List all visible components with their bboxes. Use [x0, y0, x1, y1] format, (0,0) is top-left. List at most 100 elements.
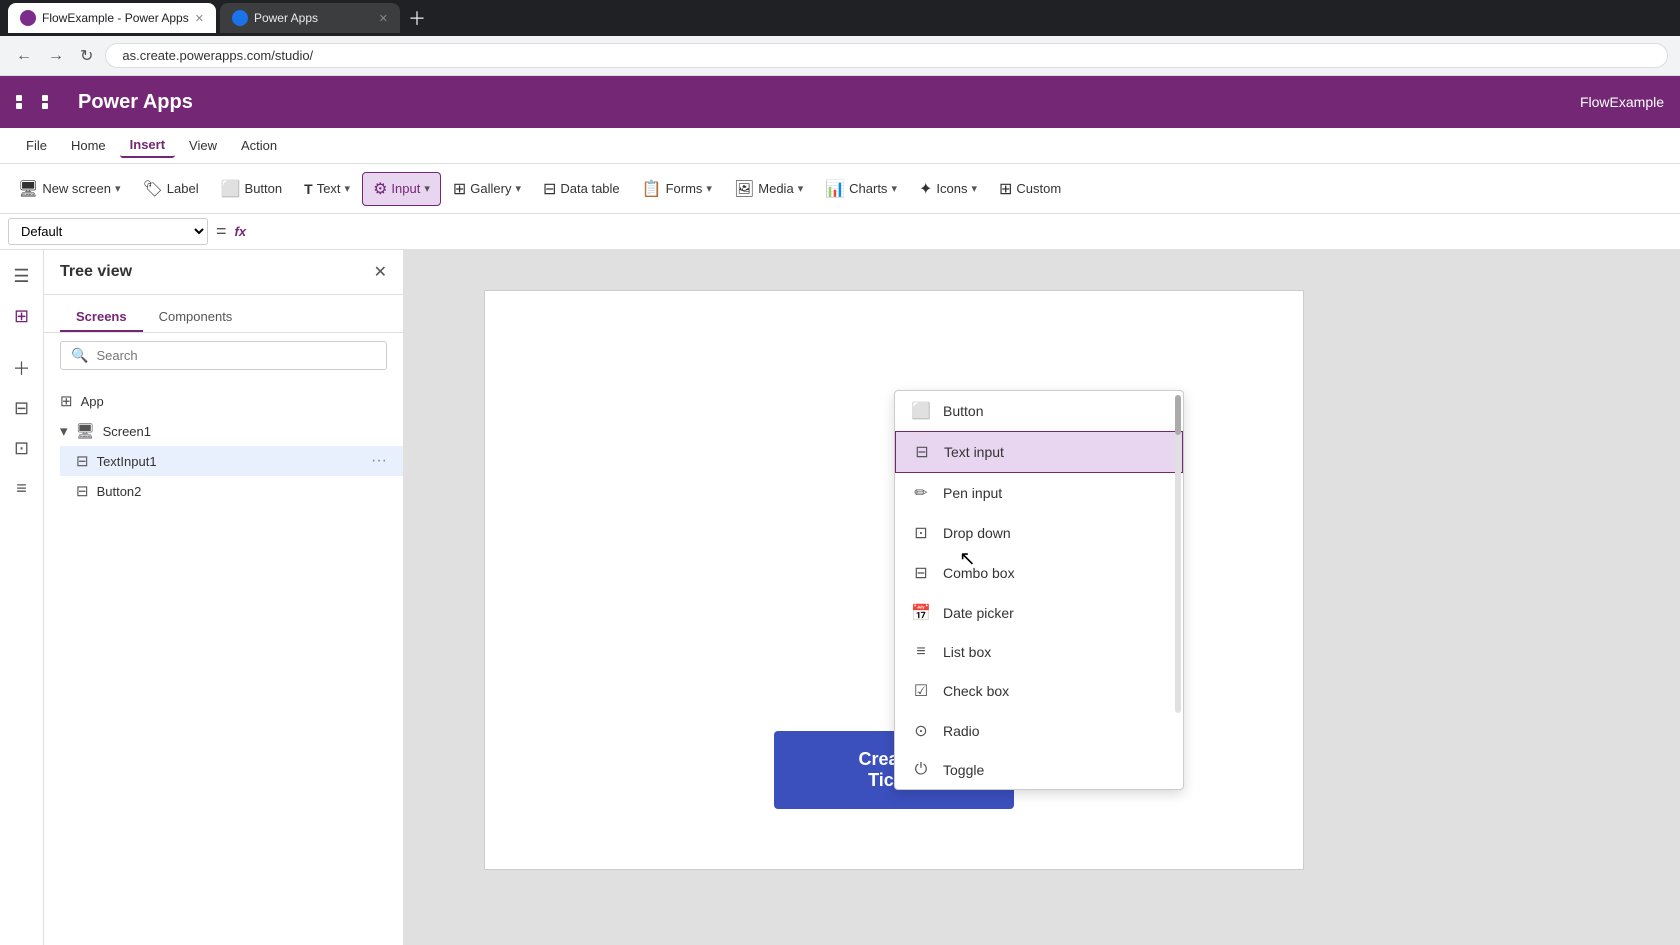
toolbar-icons[interactable]: ✦ Icons ▾ — [909, 173, 987, 205]
toolbar-button[interactable]: ⬜ Button — [211, 173, 293, 205]
tree-header: Tree view ✕ — [44, 250, 403, 295]
list-box-dropdown-icon: ≡ — [911, 643, 931, 661]
charts-label: Charts — [849, 181, 887, 196]
tree-tab-screens[interactable]: Screens — [60, 303, 143, 332]
dropdown-scroll-thumb — [1175, 395, 1181, 435]
waffle-menu[interactable] — [16, 95, 66, 109]
toolbar-forms[interactable]: 📋 Forms ▾ — [632, 173, 722, 205]
sidebar-tree[interactable]: ⊞ — [4, 298, 40, 334]
tree-item-textinput1[interactable]: ⊟ TextInput1 ··· — [60, 446, 403, 476]
sidebar-settings[interactable]: ≡ — [4, 470, 40, 506]
label-label: Label — [167, 181, 199, 196]
toolbar-custom[interactable]: ⊞ Custom — [989, 173, 1071, 205]
sidebar-add[interactable]: ＋ — [4, 350, 40, 386]
toolbar-charts[interactable]: 📊 Charts ▾ — [815, 173, 907, 205]
tab1-label: FlowExample - Power Apps — [42, 11, 189, 25]
input-chevron: ▾ — [424, 182, 430, 195]
data-table-label: Data table — [560, 181, 619, 196]
toolbar-input[interactable]: ⚙ Input ▾ — [362, 172, 441, 206]
dropdown-pen-input[interactable]: ✏ Pen input — [895, 473, 1183, 513]
dropdown-date-picker[interactable]: 📅 Date picker — [895, 593, 1183, 633]
menu-file[interactable]: File — [16, 134, 57, 157]
app-icon: ⊞ — [60, 392, 73, 410]
address-bar[interactable]: as.create.powerapps.com/studio/ — [105, 43, 1668, 68]
radio-dropdown-icon: ⊙ — [911, 721, 931, 741]
toolbar-gallery[interactable]: ⊞ Gallery ▾ — [443, 173, 531, 205]
date-picker-dropdown-icon: 📅 — [911, 603, 931, 623]
forms-chevron: ▾ — [706, 182, 712, 195]
menu-view[interactable]: View — [179, 134, 227, 157]
toolbar-data-table[interactable]: ⊟ Data table — [533, 173, 630, 205]
search-wrapper: 🔍 — [60, 341, 387, 370]
dropdown-list-box[interactable]: ≡ List box — [895, 633, 1183, 671]
active-tab[interactable]: FlowExample - Power Apps ✕ — [8, 3, 216, 33]
tree-item-button2[interactable]: ⊟ Button2 — [60, 476, 403, 506]
dropdown-toggle[interactable]: ⏻ Toggle — [895, 751, 1183, 789]
formula-select[interactable]: Default — [8, 218, 208, 245]
canvas-area: Create a Ticket ⬜ Button ⊟ Text input ✏ … — [404, 250, 1680, 945]
data-table-icon: ⊟ — [543, 179, 556, 199]
custom-icon: ⊞ — [999, 179, 1012, 199]
app-header: Power Apps FlowExample — [0, 76, 1680, 128]
new-tab-button[interactable]: ＋ — [408, 5, 426, 31]
dropdown-combo-box[interactable]: ⊟ Combo box — [895, 553, 1183, 593]
tree-close-button[interactable]: ✕ — [374, 262, 387, 282]
new-screen-icon: 🖥 — [18, 179, 38, 199]
search-input[interactable] — [96, 348, 376, 363]
refresh-button[interactable]: ↻ — [76, 42, 97, 70]
list-box-dropdown-label: List box — [943, 644, 991, 660]
input-icon: ⚙ — [373, 179, 387, 199]
tab1-close[interactable]: ✕ — [195, 12, 204, 25]
dropdown-check-box[interactable]: ☑ Check box — [895, 671, 1183, 711]
tree-item-app[interactable]: ⊞ App — [44, 386, 403, 416]
sidebar-variables[interactable]: ⊡ — [4, 430, 40, 466]
tree-items: ⊞ App ▾ 🖥 Screen1 ⊟ TextInput1 ··· ⊟ But… — [44, 378, 403, 945]
custom-label: Custom — [1016, 181, 1061, 196]
button2-icon: ⊟ — [76, 482, 89, 500]
tree-tab-components[interactable]: Components — [143, 303, 249, 332]
formula-equals: = — [216, 221, 227, 242]
toolbar-new-screen[interactable]: 🖥 New screen ▾ — [8, 173, 130, 205]
media-chevron: ▾ — [798, 182, 804, 195]
text-icon: T — [304, 181, 313, 197]
screen1-chevron-icon: ▾ — [60, 422, 68, 440]
inactive-tab[interactable]: Power Apps ✕ — [220, 3, 400, 33]
toggle-dropdown-label: Toggle — [943, 762, 984, 778]
main-layout: ☰ ⊞ ＋ ⊟ ⊡ ≡ Tree view ✕ Screens Componen… — [0, 250, 1680, 945]
button-dropdown-label: Button — [943, 403, 983, 419]
icons-icon: ✦ — [919, 179, 932, 199]
dropdown-radio[interactable]: ⊙ Radio — [895, 711, 1183, 751]
app-name: FlowExample — [1580, 94, 1664, 110]
formula-bar: Default = fx — [0, 214, 1680, 250]
formula-fx: fx — [235, 224, 247, 239]
gallery-label: Gallery — [470, 181, 511, 196]
textinput1-label: TextInput1 — [97, 454, 363, 469]
toolbar-media[interactable]: 🖼 Media ▾ — [724, 173, 813, 205]
tree-search-area: 🔍 — [44, 333, 403, 378]
browser-chrome: FlowExample - Power Apps ✕ Power Apps ✕ … — [0, 0, 1680, 36]
menu-home[interactable]: Home — [61, 134, 116, 157]
combo-box-dropdown-label: Combo box — [943, 565, 1015, 581]
dropdown-scrollbar[interactable] — [1175, 395, 1181, 713]
label-icon: 🏷 — [142, 179, 162, 199]
menu-action[interactable]: Action — [231, 134, 287, 157]
sidebar-data[interactable]: ⊟ — [4, 390, 40, 426]
charts-chevron: ▾ — [891, 182, 897, 195]
tab2-label: Power Apps — [254, 11, 318, 25]
drop-down-dropdown-label: Drop down — [943, 525, 1011, 541]
tree-item-screen1[interactable]: ▾ 🖥 Screen1 — [44, 416, 403, 446]
dropdown-text-input[interactable]: ⊟ Text input — [895, 431, 1183, 473]
toolbar-label[interactable]: 🏷 Label — [132, 173, 208, 205]
pen-input-dropdown-label: Pen input — [943, 485, 1002, 501]
tab2-close[interactable]: ✕ — [379, 12, 388, 25]
textinput1-more[interactable]: ··· — [371, 452, 387, 470]
forward-button[interactable]: → — [44, 43, 68, 69]
textinput1-icon: ⊟ — [76, 452, 89, 470]
dropdown-button[interactable]: ⬜ Button — [895, 391, 1183, 431]
menu-insert[interactable]: Insert — [120, 133, 175, 158]
back-button[interactable]: ← — [12, 43, 36, 69]
sidebar-hamburger[interactable]: ☰ — [4, 258, 40, 294]
toolbar-text[interactable]: T Text ▾ — [294, 175, 360, 203]
dropdown-drop-down[interactable]: ⊡ Drop down — [895, 513, 1183, 553]
toolbar: 🖥 New screen ▾ 🏷 Label ⬜ Button T Text ▾… — [0, 164, 1680, 214]
